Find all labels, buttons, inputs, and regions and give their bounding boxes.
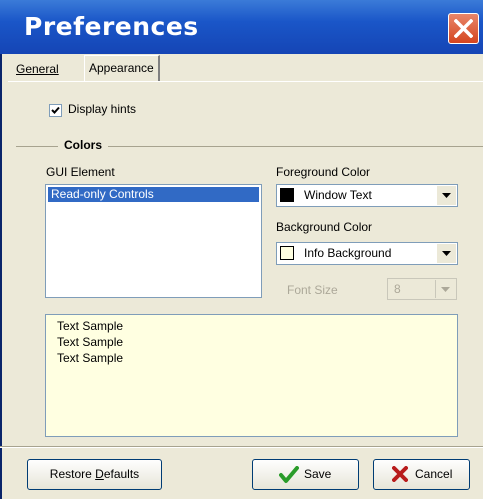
foreground-color-label: Foreground Color xyxy=(276,165,371,179)
chevron-down-icon xyxy=(441,287,450,292)
font-size-select[interactable]: 8 xyxy=(387,278,457,300)
cancel-button[interactable]: Cancel xyxy=(373,459,470,490)
x-icon xyxy=(392,466,408,482)
background-color-select[interactable]: Info Background xyxy=(276,242,458,265)
foreground-color-value: Window Text xyxy=(304,188,372,202)
foreground-dropdown-button[interactable] xyxy=(436,186,456,205)
save-label: Save xyxy=(304,467,332,481)
window-left-border xyxy=(0,54,8,499)
background-color-value: Info Background xyxy=(304,246,392,260)
sample-line: Text Sample xyxy=(57,319,124,333)
restore-defaults-button[interactable]: Restore Defaults xyxy=(27,459,162,490)
chevron-down-icon xyxy=(442,251,451,256)
title-bar: Preferences xyxy=(0,0,483,54)
foreground-swatch xyxy=(280,188,294,202)
restore-label-suffix: efaults xyxy=(103,467,140,481)
foreground-color-select[interactable]: Window Text xyxy=(276,184,458,207)
restore-label-mnemonic: D xyxy=(95,467,104,481)
tab-appearance-label: Appearance xyxy=(89,61,154,75)
sample-line: Text Sample xyxy=(57,351,124,365)
tab-general-mnemonic: General xyxy=(16,62,59,76)
window-title: Preferences xyxy=(24,12,199,41)
list-item[interactable]: Read-only Controls xyxy=(48,187,259,202)
background-swatch xyxy=(280,246,294,260)
close-icon xyxy=(454,19,473,38)
checkmark-icon xyxy=(279,466,299,483)
background-dropdown-button[interactable] xyxy=(436,244,456,263)
checkmark-icon xyxy=(51,106,60,114)
button-bar-divider xyxy=(0,446,483,448)
restore-label-prefix: Restore xyxy=(49,467,96,481)
tab-general[interactable]: General xyxy=(12,59,63,79)
gui-element-label: GUI Element xyxy=(46,165,115,179)
sample-line: Text Sample xyxy=(57,335,124,349)
gui-element-list[interactable]: Read-only Controls xyxy=(45,184,262,298)
save-button[interactable]: Save xyxy=(252,459,359,490)
font-size-dropdown-button[interactable] xyxy=(435,280,455,298)
tab-appearance[interactable]: Appearance xyxy=(84,55,160,81)
colors-group-label: Colors xyxy=(58,138,109,152)
chevron-down-icon xyxy=(442,193,451,198)
font-size-label: Font Size xyxy=(287,283,338,297)
close-button[interactable] xyxy=(448,13,479,44)
display-hints-checkbox[interactable] xyxy=(49,104,62,117)
background-color-label: Background Color xyxy=(276,220,373,234)
text-sample-preview: Text Sample Text Sample Text Sample xyxy=(45,314,458,437)
cancel-label: Cancel xyxy=(415,467,453,481)
tab-strip: General Appearance xyxy=(8,54,483,82)
font-size-value: 8 xyxy=(394,282,401,296)
display-hints-label[interactable]: Display hints xyxy=(68,102,136,116)
